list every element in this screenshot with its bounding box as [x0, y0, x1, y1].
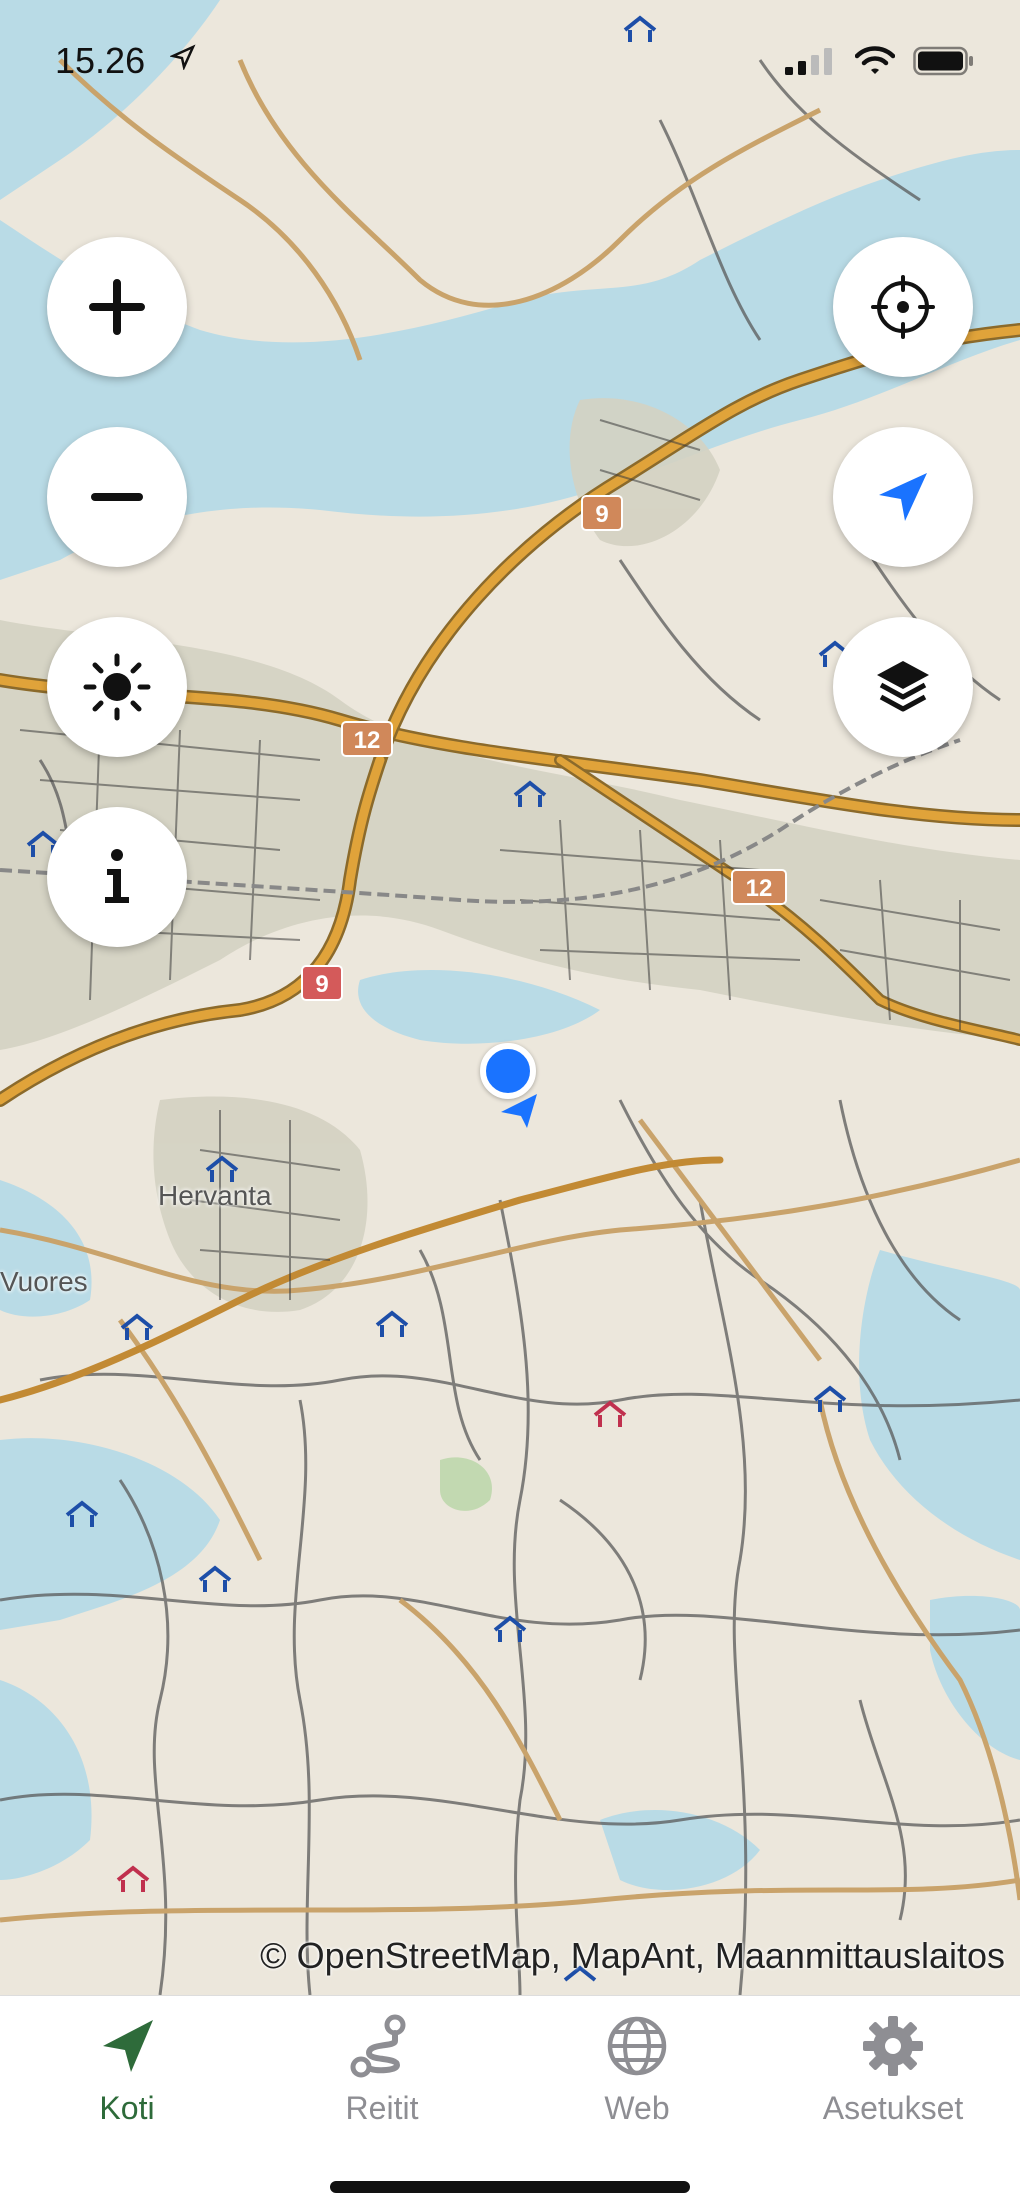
minus-icon [91, 493, 143, 501]
info-icon [105, 849, 129, 903]
place-label-hervanta: Hervanta [158, 1180, 272, 1211]
wifi-icon [855, 46, 895, 74]
zoom-in-button[interactable] [47, 237, 187, 377]
navigate-icon [103, 2020, 153, 2072]
tab-label-reitit: Reitit [345, 2090, 419, 2126]
sun-icon [83, 653, 151, 721]
crosshair-icon [871, 275, 935, 339]
tab-bar: Koti Reitit Web Asetukset [0, 1995, 1020, 2209]
location-arrow-icon [170, 44, 196, 70]
battery-icon [913, 46, 973, 76]
tab-reitit[interactable]: Reitit [282, 2006, 482, 2146]
place-label-vuores: Vuores [0, 1266, 88, 1297]
heading-arrow-icon [501, 1094, 537, 1128]
tab-asetukset[interactable]: Asetukset [793, 2006, 993, 2146]
info-button[interactable] [47, 807, 187, 947]
navigate-arrow-icon [879, 473, 927, 521]
zoom-out-button[interactable] [47, 427, 187, 567]
svg-text:12: 12 [354, 727, 381, 754]
signal-icon [785, 48, 832, 75]
home-indicator [330, 2181, 690, 2193]
status-time: 15.26 [55, 40, 146, 81]
route-icon [350, 2014, 406, 2078]
svg-text:12: 12 [746, 875, 773, 902]
globe-icon [607, 2016, 667, 2076]
brightness-button[interactable] [47, 617, 187, 757]
layers-button[interactable] [833, 617, 973, 757]
tab-label-koti: Koti [99, 2090, 155, 2126]
gear-icon [863, 2016, 923, 2076]
tab-label-asetukset: Asetukset [822, 2090, 964, 2126]
tab-label-web: Web [604, 2090, 670, 2126]
map-attribution[interactable]: © OpenStreetMap, MapAnt, Maanmittauslait… [260, 1935, 1005, 1977]
tab-koti[interactable]: Koti [27, 2006, 227, 2146]
svg-text:9: 9 [595, 501, 608, 528]
status-bar: 15.26 [0, 0, 1020, 120]
plus-icon [89, 279, 145, 335]
recenter-button[interactable] [833, 237, 973, 377]
svg-text:9: 9 [315, 971, 328, 998]
navigate-button[interactable] [833, 427, 973, 567]
tab-web[interactable]: Web [537, 2006, 737, 2146]
layers-icon [877, 661, 929, 712]
